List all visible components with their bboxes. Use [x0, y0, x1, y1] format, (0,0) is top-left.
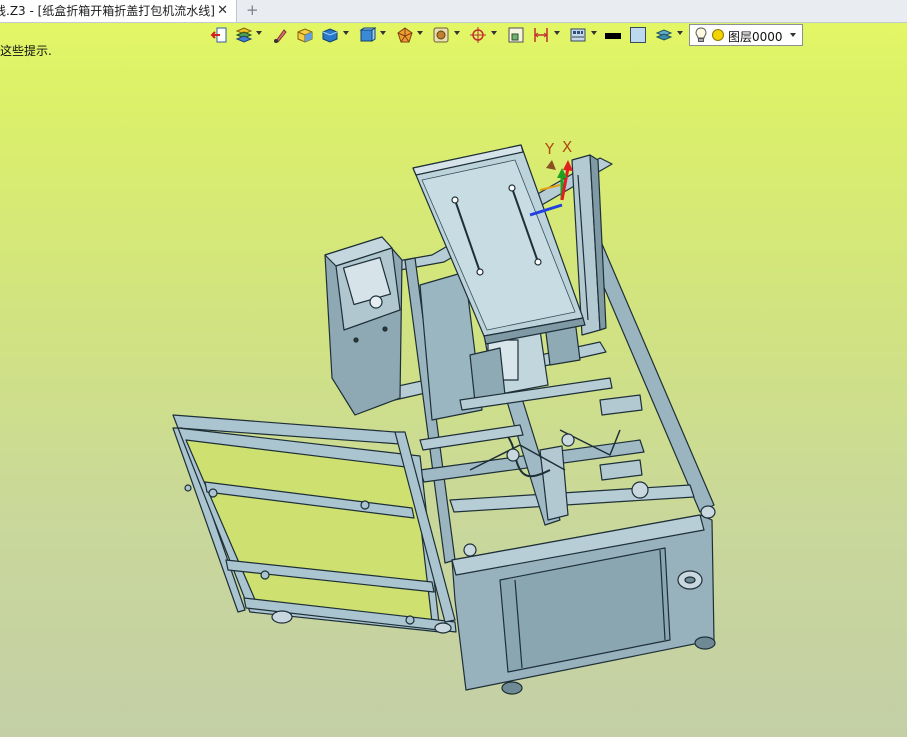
triad-y-label: Y	[544, 140, 555, 158]
control-panel	[324, 236, 403, 416]
outfeed-frame	[172, 414, 457, 634]
triad-x-label: X	[562, 138, 572, 156]
3d-viewport[interactable]: Y X	[0, 0, 907, 737]
cad-app-window: 线.Z3 - [纸盒折箱开箱折盖打包机流水线] ✕ + 图层0000 这些提示.…	[0, 0, 907, 737]
